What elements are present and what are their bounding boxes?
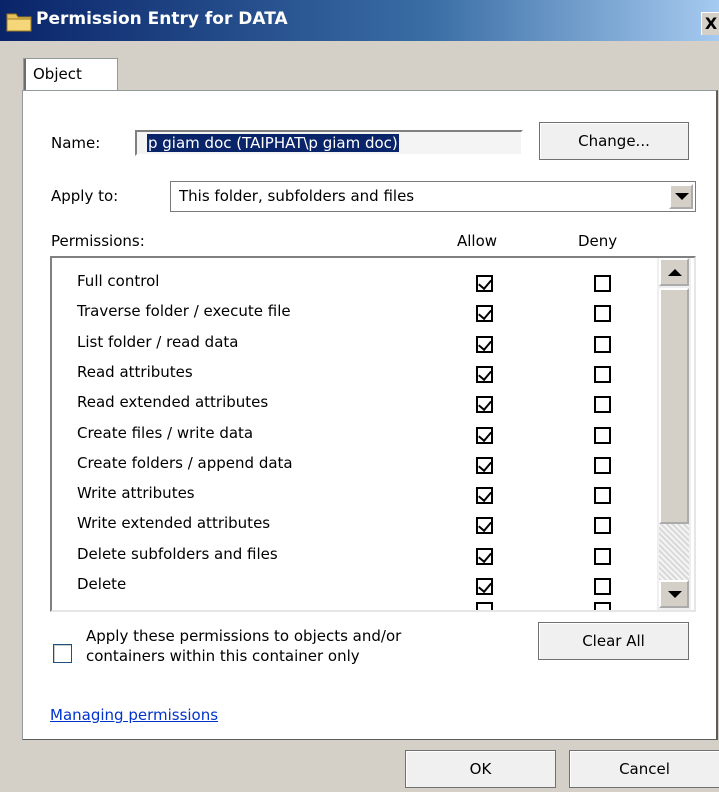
title-bar: Permission Entry for DATA X	[0, 0, 719, 41]
ok-button[interactable]: OK	[405, 750, 556, 788]
deny-checkbox[interactable]	[594, 335, 611, 353]
deny-checkbox[interactable]	[594, 426, 611, 444]
close-button[interactable]: X	[701, 12, 719, 35]
allow-checkbox[interactable]	[476, 487, 493, 505]
allow-checkbox[interactable]	[476, 396, 493, 414]
permission-row: Write extended attributes	[77, 514, 667, 544]
permission-row: Traverse folder / execute file	[77, 302, 667, 332]
deny-checkbox[interactable]	[594, 578, 611, 595]
deny-checkbox[interactable]	[594, 547, 611, 565]
apply-container-line2: containers within this container only	[86, 647, 360, 665]
deny-checkbox[interactable]	[594, 365, 611, 383]
arrow-up-icon	[668, 269, 682, 276]
window-title: Permission Entry for DATA	[36, 9, 288, 29]
deny-checkbox-partial	[594, 602, 611, 610]
permission-row: Create folders / append data	[77, 454, 667, 484]
tab-object-label: Object	[33, 65, 82, 83]
allow-checkbox[interactable]	[476, 426, 493, 444]
permission-row: Create files / write data	[77, 424, 667, 454]
permissions-label: Permissions:	[51, 232, 145, 250]
permission-row: List folder / read data	[77, 333, 667, 363]
permission-row: Delete subfolders and files	[77, 545, 667, 575]
folder-icon	[6, 13, 32, 32]
change-button[interactable]: Change...	[539, 122, 689, 160]
deny-checkbox[interactable]	[594, 487, 611, 505]
permission-name: Write attributes	[77, 484, 195, 503]
scroll-thumb[interactable]	[659, 288, 689, 524]
deny-checkbox[interactable]	[594, 305, 611, 323]
deny-checkbox[interactable]	[594, 517, 611, 535]
deny-checkbox[interactable]	[594, 396, 611, 414]
permissions-scrollbar[interactable]	[657, 258, 691, 610]
allow-checkbox[interactable]	[476, 547, 493, 565]
apply-to-value: This folder, subfolders and files	[179, 187, 415, 205]
permission-row: Read attributes	[77, 363, 667, 393]
permission-name: Delete subfolders and files	[77, 544, 278, 563]
managing-permissions-link[interactable]: Managing permissions	[50, 706, 218, 724]
name-field[interactable]: p giam doc (TAIPHAT\p giam doc)	[135, 130, 523, 156]
allow-checkbox[interactable]	[476, 517, 493, 535]
permission-row: Read extended attributes	[77, 393, 667, 423]
deny-checkbox[interactable]	[594, 456, 611, 474]
arrow-down-icon	[668, 591, 682, 598]
permission-name: Read extended attributes	[77, 393, 269, 412]
permission-name: Read attributes	[77, 362, 193, 381]
allow-checkbox[interactable]	[476, 578, 493, 595]
allow-checkbox-partial	[476, 602, 493, 610]
permission-row: Write attributes	[77, 484, 667, 514]
permission-row: Delete	[77, 575, 667, 605]
permission-name: Full control	[77, 272, 160, 290]
apply-to-label: Apply to:	[51, 187, 119, 205]
permissions-list[interactable]: Full control Traverse folder / execute fi…	[50, 256, 696, 612]
allow-checkbox[interactable]	[476, 275, 493, 292]
permission-row: Full control	[77, 272, 667, 302]
allow-checkbox[interactable]	[476, 365, 493, 383]
allow-checkbox[interactable]	[476, 456, 493, 474]
tab-object[interactable]: Object	[23, 58, 118, 92]
permission-name: Write extended attributes	[77, 514, 271, 533]
name-label: Name:	[51, 134, 101, 152]
allow-header: Allow	[457, 232, 498, 250]
allow-checkbox[interactable]	[476, 335, 493, 353]
dialog-footer: OK Cancel	[0, 740, 719, 792]
scroll-track[interactable]	[659, 524, 689, 580]
allow-checkbox[interactable]	[476, 305, 493, 323]
permission-name: Delete	[77, 575, 127, 593]
deny-checkbox[interactable]	[594, 275, 611, 292]
permission-name: Traverse folder / execute file	[77, 302, 291, 321]
cancel-button[interactable]: Cancel	[569, 750, 719, 788]
permission-name: List folder / read data	[77, 332, 239, 351]
scroll-down-button[interactable]	[659, 580, 689, 608]
scroll-up-button[interactable]	[659, 258, 689, 286]
apply-container-checkbox[interactable]	[53, 644, 72, 663]
permission-name: Create files / write data	[77, 423, 254, 442]
permission-name: Create folders / append data	[77, 453, 293, 472]
apply-container-line1: Apply these permissions to objects and/o…	[86, 627, 402, 645]
clear-all-button[interactable]: Clear All	[538, 622, 689, 660]
deny-header: Deny	[578, 232, 618, 250]
chevron-down-icon[interactable]	[669, 184, 693, 209]
apply-to-select[interactable]: This folder, subfolders and files	[170, 181, 696, 212]
name-value: p giam doc (TAIPHAT\p giam doc)	[147, 134, 399, 152]
